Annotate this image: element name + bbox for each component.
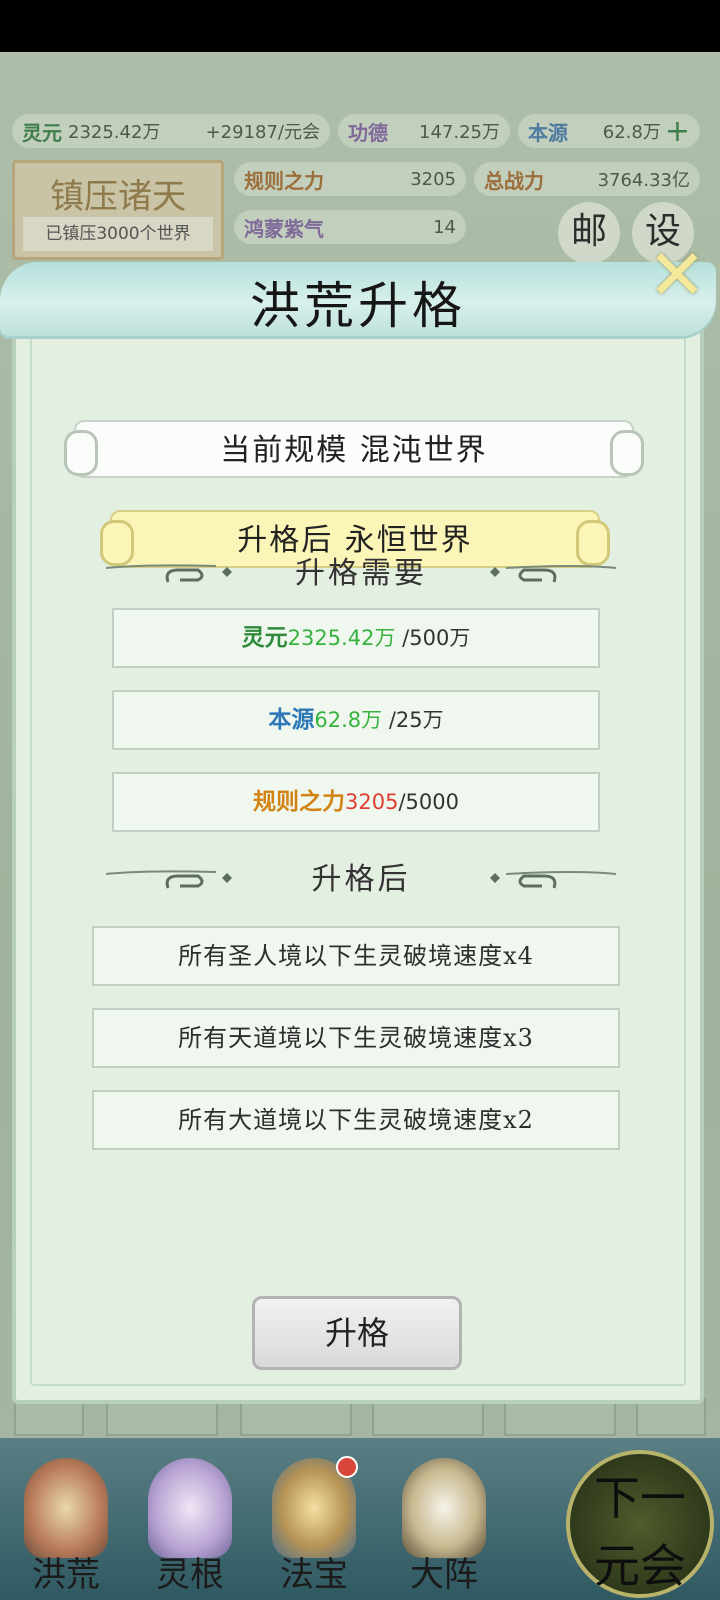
- dialog-header: 洪荒升格 ✕: [0, 240, 716, 336]
- cloud-ornament-icon: [490, 565, 616, 583]
- requirement-row-benyuan: 本源62.8万 /25万: [112, 690, 600, 750]
- requirement-have: 2325.42万: [287, 626, 396, 650]
- requirement-label: 本源: [268, 706, 315, 733]
- formation-icon: [402, 1458, 486, 1558]
- close-icon[interactable]: ✕: [642, 240, 712, 314]
- stat-lingyuan: 灵元 2325.42万 +29187/元会: [12, 114, 330, 148]
- effects-header: 升格后: [106, 860, 616, 900]
- stat-value: 3205: [410, 168, 456, 190]
- stat-value: 3764.33亿: [597, 170, 690, 191]
- stat-label: 功德: [348, 120, 388, 145]
- dialog-body: 当前规模 混沌世界 升格后 永恒世界 升格需要 灵元2325.42万 /500万…: [12, 314, 704, 1404]
- mountain-icon: [24, 1458, 108, 1558]
- cloud-ornament-icon: [106, 870, 232, 889]
- upgrade-button[interactable]: 升格: [252, 1296, 462, 1370]
- stat-label: 规则之力: [244, 168, 324, 193]
- requirement-need: /500万: [402, 626, 471, 650]
- stat-guize: 规则之力 3205: [234, 162, 466, 196]
- nav-item-fabao[interactable]: 法宝: [254, 1450, 374, 1600]
- stat-zongzhanli: 总战力 3764.33亿: [474, 162, 700, 196]
- stat-rate: +29187/元会: [205, 122, 320, 143]
- stat-value: 14: [433, 216, 456, 238]
- effect-row: 所有大道境以下生灵破境速度x2: [92, 1090, 620, 1150]
- next-era-button[interactable]: 下一 元会: [566, 1450, 714, 1598]
- plaque-subtitle: 已镇压3000个世界: [23, 217, 213, 251]
- requirement-need: /25万: [388, 708, 444, 732]
- current-scale-banner: 当前规模 混沌世界: [64, 420, 644, 478]
- requirement-have: 62.8万: [314, 708, 383, 732]
- nav-item-honghuang[interactable]: 洪荒: [6, 1450, 126, 1600]
- upgrade-dialog: 当前规模 混沌世界 升格后 永恒世界 升格需要 灵元2325.42万 /500万…: [0, 240, 716, 1404]
- stat-value: 62.8万: [602, 122, 661, 143]
- cloud-ornament-icon: [106, 564, 232, 583]
- stat-value: 2325.42万: [68, 122, 161, 143]
- nav-label: 大阵: [410, 1555, 478, 1595]
- next-era-line1: 下一: [594, 1471, 686, 1525]
- stat-benyuan: 本源 62.8万 +: [518, 114, 700, 149]
- effect-row: 所有天道境以下生灵破境速度x3: [92, 1008, 620, 1068]
- requirement-need: /5000: [398, 790, 459, 814]
- requirement-label: 规则之力: [253, 788, 345, 815]
- dialog-title: 洪荒升格: [250, 277, 466, 335]
- plaque-title: 镇压诸天: [50, 177, 186, 217]
- nav-item-dazhen[interactable]: 大阵: [384, 1450, 504, 1600]
- requirement-row-lingyuan: 灵元2325.42万 /500万: [112, 608, 600, 668]
- requirements-header: 升格需要: [106, 554, 616, 594]
- stat-gongde: 功德 147.25万: [338, 114, 510, 148]
- requirement-label: 灵元: [241, 624, 288, 651]
- stat-label: 灵元: [22, 120, 62, 145]
- requirement-row-guize: 规则之力3205/5000: [112, 772, 600, 832]
- effects-header-text: 升格后: [311, 862, 411, 897]
- next-era-line2: 元会: [594, 1539, 686, 1593]
- nav-item-linggen[interactable]: 灵根: [130, 1450, 250, 1600]
- mail-button[interactable]: 邮: [558, 202, 620, 264]
- notification-dot: [336, 1456, 358, 1478]
- nav-label: 灵根: [156, 1555, 224, 1595]
- stat-value: 147.25万: [419, 122, 500, 143]
- stat-hongmeng: 鸿蒙紫气 14: [234, 210, 466, 244]
- stat-label: 鸿蒙紫气: [244, 216, 324, 241]
- nav-label: 洪荒: [32, 1555, 100, 1595]
- stat-label: 总战力: [484, 168, 544, 193]
- requirements-header-text: 升格需要: [295, 556, 427, 591]
- suppress-worlds-plaque[interactable]: 镇压诸天 已镇压3000个世界: [12, 160, 224, 260]
- nav-label: 法宝: [280, 1555, 348, 1595]
- effect-row: 所有圣人境以下生灵破境速度x4: [92, 926, 620, 986]
- requirement-have: 3205: [345, 790, 399, 814]
- stat-label: 本源: [528, 120, 568, 145]
- add-icon[interactable]: +: [665, 114, 690, 149]
- lotus-icon: [148, 1458, 232, 1558]
- cloud-ornament-icon: [490, 871, 616, 889]
